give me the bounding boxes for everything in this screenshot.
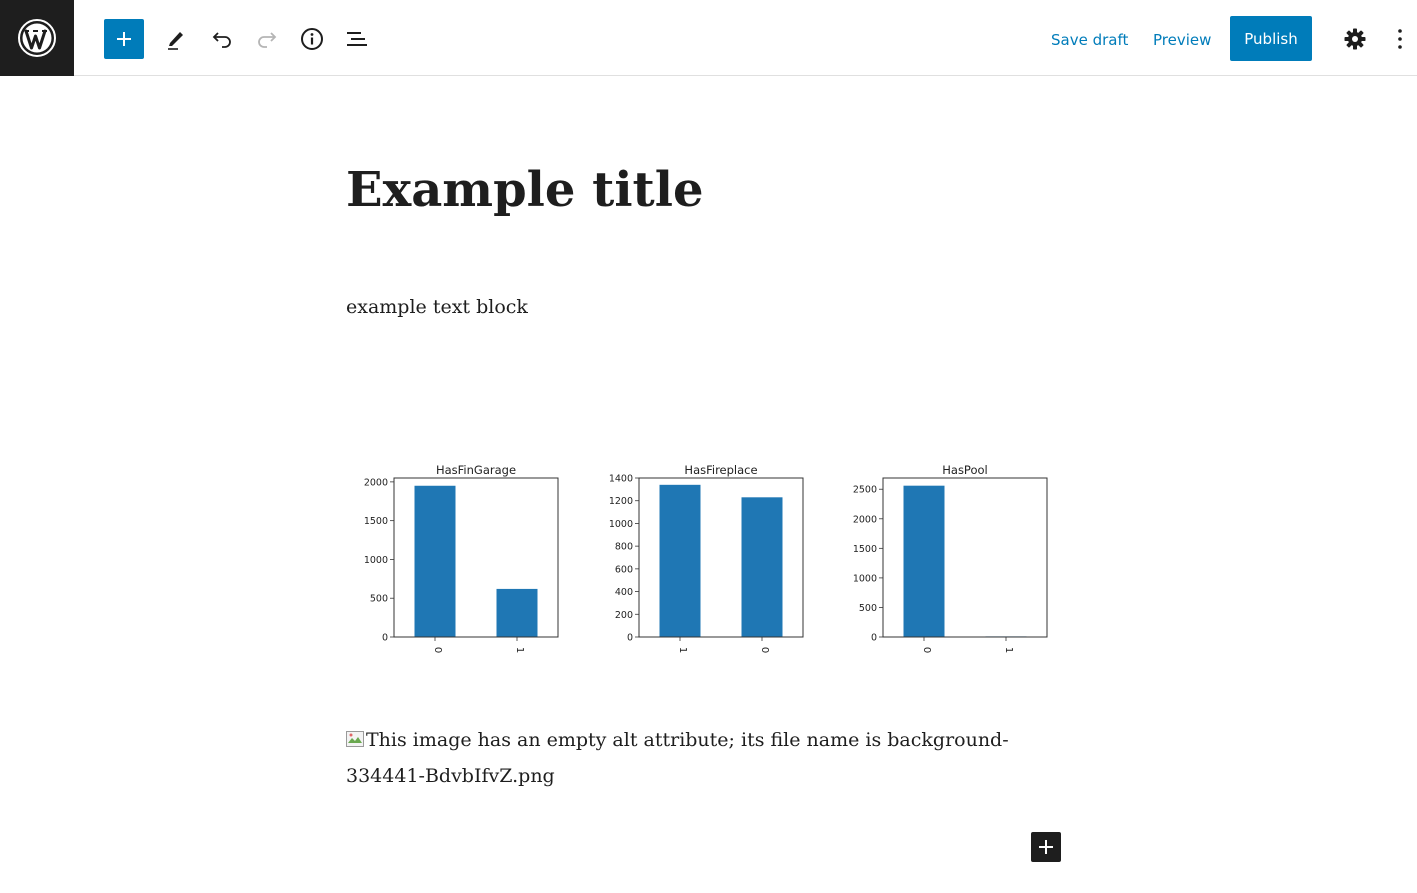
y-tick-label: 1400 bbox=[609, 474, 633, 485]
y-tick-label: 1000 bbox=[853, 573, 877, 584]
chart-bar bbox=[496, 588, 538, 637]
x-tick-label: 0 bbox=[432, 647, 443, 653]
y-tick-label: 500 bbox=[370, 594, 388, 605]
redo-button[interactable] bbox=[247, 19, 287, 59]
y-tick-label: 2000 bbox=[364, 477, 388, 488]
redo-icon bbox=[258, 32, 277, 48]
y-tick-label: 0 bbox=[382, 633, 388, 644]
tools-edit-button[interactable] bbox=[156, 19, 196, 59]
y-tick-label: 0 bbox=[627, 633, 633, 644]
y-tick-label: 600 bbox=[615, 564, 633, 575]
editor-header: Save draft Preview Publish bbox=[0, 0, 1417, 76]
broken-image-alt-text: This image has an empty alt attribute; i… bbox=[346, 729, 1009, 787]
x-tick-label: 0 bbox=[759, 647, 770, 653]
save-draft-button[interactable]: Save draft bbox=[1051, 30, 1128, 50]
y-tick-label: 200 bbox=[615, 610, 633, 621]
chart-1: HasFireplace 1 0 0 200 400 600 800 1000 1200 1400 bbox=[609, 463, 804, 653]
broken-image-block[interactable]: This image has an empty alt attribute; i… bbox=[346, 722, 1076, 794]
options-button[interactable] bbox=[1380, 19, 1417, 59]
x-tick-label: 0 bbox=[921, 647, 932, 653]
gear-icon bbox=[1344, 28, 1366, 50]
chart-bar bbox=[741, 497, 783, 637]
list-view-button[interactable] bbox=[337, 19, 377, 59]
chart-2: HasPool 0 1 0 500 1000 1500 2000 2500 bbox=[853, 463, 1048, 653]
post-title[interactable]: Example title bbox=[346, 158, 704, 222]
details-button[interactable] bbox=[292, 19, 332, 59]
x-tick-label: 1 bbox=[677, 647, 688, 653]
publish-button[interactable]: Publish bbox=[1230, 16, 1312, 61]
chart-title: HasPool bbox=[942, 463, 987, 477]
plus-icon bbox=[1039, 840, 1053, 854]
preview-button[interactable]: Preview bbox=[1153, 30, 1211, 50]
chart-title: HasFinGarage bbox=[436, 463, 516, 477]
settings-button[interactable] bbox=[1335, 19, 1375, 59]
y-tick-label: 1500 bbox=[853, 544, 877, 555]
y-tick-label: 1500 bbox=[364, 516, 388, 527]
chart-0: HasFinGarage 0 1 0 500 1000 1500 2000 bbox=[364, 463, 559, 653]
paragraph-block[interactable]: example text block bbox=[346, 294, 528, 320]
y-tick-label: 400 bbox=[615, 587, 633, 598]
info-icon bbox=[301, 28, 323, 50]
y-tick-label: 1000 bbox=[364, 555, 388, 566]
plus-icon bbox=[117, 32, 131, 46]
undo-button[interactable] bbox=[202, 19, 242, 59]
y-tick-label: 2500 bbox=[853, 485, 877, 496]
block-appender-button[interactable] bbox=[1031, 832, 1061, 862]
x-tick-label: 1 bbox=[1003, 647, 1014, 653]
charts-image-block[interactable]: HasFinGarage0 10500100015002000HasFirepla… bbox=[346, 456, 1066, 666]
chart-bar bbox=[414, 485, 456, 637]
broken-image-icon bbox=[346, 723, 364, 747]
chart-title: HasFireplace bbox=[684, 463, 757, 477]
x-tick-label: 1 bbox=[514, 647, 525, 653]
y-tick-label: 800 bbox=[615, 542, 633, 553]
y-tick-label: 2000 bbox=[853, 514, 877, 525]
chart-bar bbox=[903, 485, 945, 637]
wordpress-logo-icon[interactable] bbox=[0, 0, 74, 76]
block-inserter-button[interactable] bbox=[104, 19, 144, 59]
pencil-icon bbox=[168, 32, 183, 50]
more-vertical-icon bbox=[1398, 29, 1402, 49]
chart-bar bbox=[659, 484, 701, 637]
y-tick-label: 0 bbox=[871, 633, 877, 644]
y-tick-label: 500 bbox=[859, 603, 877, 614]
y-tick-label: 1000 bbox=[609, 519, 633, 530]
list-view-icon bbox=[347, 32, 367, 46]
y-tick-label: 1200 bbox=[609, 496, 633, 507]
undo-icon bbox=[212, 32, 231, 48]
